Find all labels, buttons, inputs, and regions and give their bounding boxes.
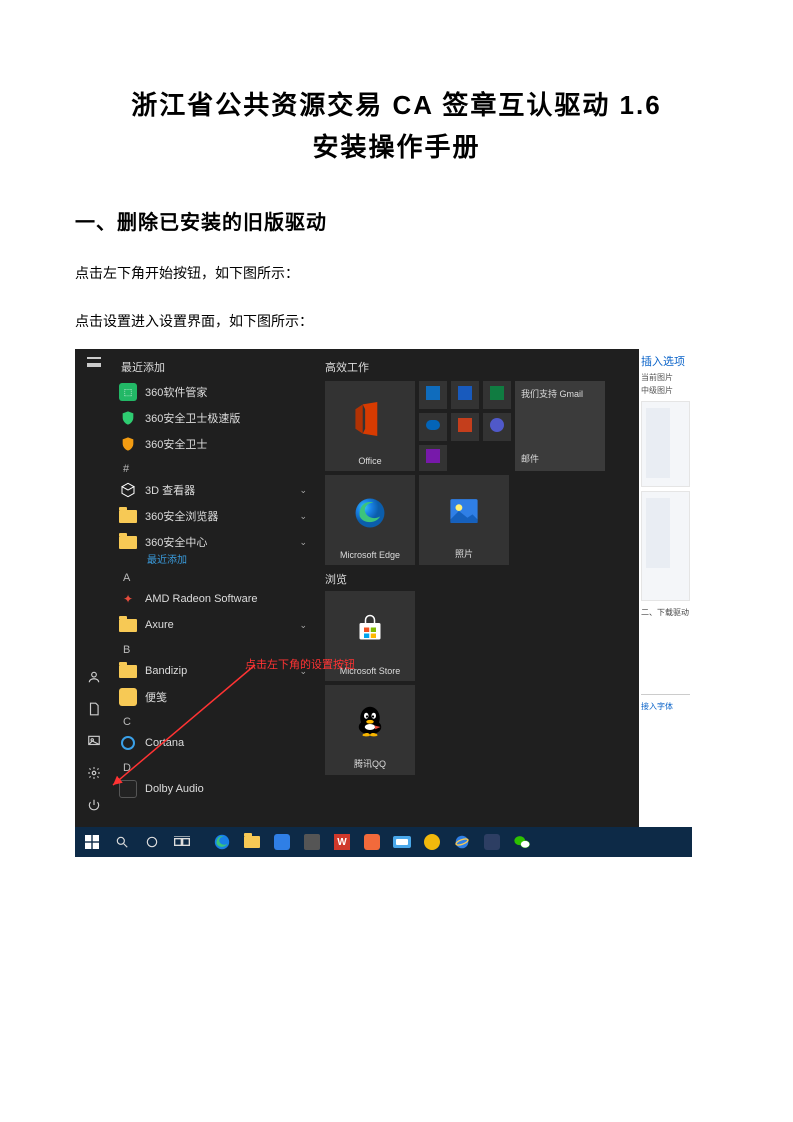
taskbar-app[interactable] — [359, 830, 385, 854]
taskbar-app-wechat[interactable] — [509, 830, 535, 854]
taskbar-app-ie[interactable] — [449, 830, 475, 854]
doc-thumbnail — [641, 401, 690, 487]
chevron-down-icon: ⌄ — [299, 537, 307, 548]
office-icon — [355, 381, 385, 456]
taskbar: W — [75, 827, 692, 857]
taskbar-app[interactable] — [419, 830, 445, 854]
recent-sublabel: 最近添加 — [113, 551, 313, 566]
edge-icon — [353, 475, 387, 550]
instruction-1: 点击左下角开始按钮，如下图所示： — [75, 263, 718, 283]
letter-header[interactable]: A — [113, 566, 313, 586]
doc-title: 浙江省公共资源交易 CA 签章互认驱动 1.6 安装操作手册 — [75, 85, 718, 168]
cortana-icon[interactable] — [139, 830, 165, 854]
start-tiles: 高效工作 Office 我们支持 Gmail 邮件 Mic — [313, 349, 639, 827]
search-icon[interactable] — [109, 830, 135, 854]
tile-onedrive[interactable] — [419, 413, 447, 441]
store-icon — [355, 591, 385, 666]
letter-header[interactable]: C — [113, 710, 313, 730]
tile-group-label[interactable]: 高效工作 — [325, 359, 369, 375]
start-app-list: 最近添加 ⬚360软件管家 360安全卫士极速版 360安全卫士 # 3D 查看… — [113, 349, 313, 827]
settings-icon[interactable] — [75, 757, 113, 789]
tile-teams[interactable] — [483, 413, 511, 441]
tile-office[interactable]: Office — [325, 381, 415, 471]
app-row[interactable]: Cortana — [113, 730, 313, 756]
taskbar-app[interactable] — [479, 830, 505, 854]
tile-edge[interactable]: Microsoft Edge — [325, 475, 415, 565]
tile-mail[interactable]: 我们支持 Gmail 邮件 — [515, 381, 605, 471]
background-word-pane: 插入选项 当前图片 中级图片 二、下载驱动 接入字体 — [639, 349, 692, 827]
task-view-icon[interactable] — [169, 830, 195, 854]
chevron-down-icon: ⌄ — [299, 485, 307, 496]
taskbar-app-edge[interactable] — [209, 830, 235, 854]
start-menu-screenshot: 最近添加 ⬚360软件管家 360安全卫士极速版 360安全卫士 # 3D 查看… — [75, 349, 692, 857]
taskbar-app-explorer[interactable] — [239, 830, 265, 854]
app-row[interactable]: Dolby Audio — [113, 776, 313, 802]
app-row[interactable]: 便笺 — [113, 684, 313, 710]
app-row[interactable]: ✦AMD Radeon Software — [113, 586, 313, 612]
tile-onenote[interactable] — [419, 445, 447, 471]
user-icon[interactable] — [75, 661, 113, 693]
start-button[interactable] — [79, 830, 105, 854]
hamburger-icon[interactable] — [87, 357, 101, 367]
app-row[interactable]: 360安全卫士极速版 — [113, 405, 313, 431]
tile-outlook[interactable] — [419, 381, 447, 409]
tile-excel[interactable] — [483, 381, 511, 409]
app-row[interactable]: 3D 查看器⌄ — [113, 477, 313, 503]
letter-header[interactable]: # — [113, 457, 313, 477]
power-icon[interactable] — [75, 789, 113, 821]
taskbar-app[interactable] — [269, 830, 295, 854]
ribbon-label: 插入选项 — [639, 349, 692, 371]
taskbar-app-wps[interactable]: W — [329, 830, 355, 854]
instruction-2: 点击设置进入设置界面，如下图所示： — [75, 311, 718, 331]
app-row[interactable]: Axure⌄ — [113, 612, 313, 638]
qq-icon — [355, 685, 385, 757]
photos-icon — [447, 475, 481, 547]
taskbar-app[interactable] — [389, 830, 415, 854]
tile-group-label[interactable]: 浏览 — [325, 571, 347, 587]
tile-qq[interactable]: 腾讯QQ — [325, 685, 415, 775]
app-row[interactable]: ⬚360软件管家 — [113, 379, 313, 405]
recent-header: 最近添加 — [113, 353, 313, 379]
app-row[interactable]: 360安全浏览器⌄ — [113, 503, 313, 529]
section-heading: 一、删除已安装的旧版驱动 — [75, 206, 718, 235]
tile-ppt[interactable] — [451, 413, 479, 441]
start-rail — [75, 349, 113, 827]
pictures-icon[interactable] — [75, 725, 113, 757]
letter-header[interactable]: D — [113, 756, 313, 776]
tile-word[interactable] — [451, 381, 479, 409]
documents-icon[interactable] — [75, 693, 113, 725]
doc-thumbnail — [641, 491, 690, 601]
chevron-down-icon: ⌄ — [299, 511, 307, 522]
taskbar-app[interactable] — [299, 830, 325, 854]
letter-header[interactable]: B — [113, 638, 313, 658]
annotation-text: 点击左下角的设置按钮 — [245, 656, 355, 672]
tile-photos[interactable]: 照片 — [419, 475, 509, 565]
chevron-down-icon: ⌄ — [299, 620, 307, 631]
app-row[interactable]: 360安全卫士 — [113, 431, 313, 457]
